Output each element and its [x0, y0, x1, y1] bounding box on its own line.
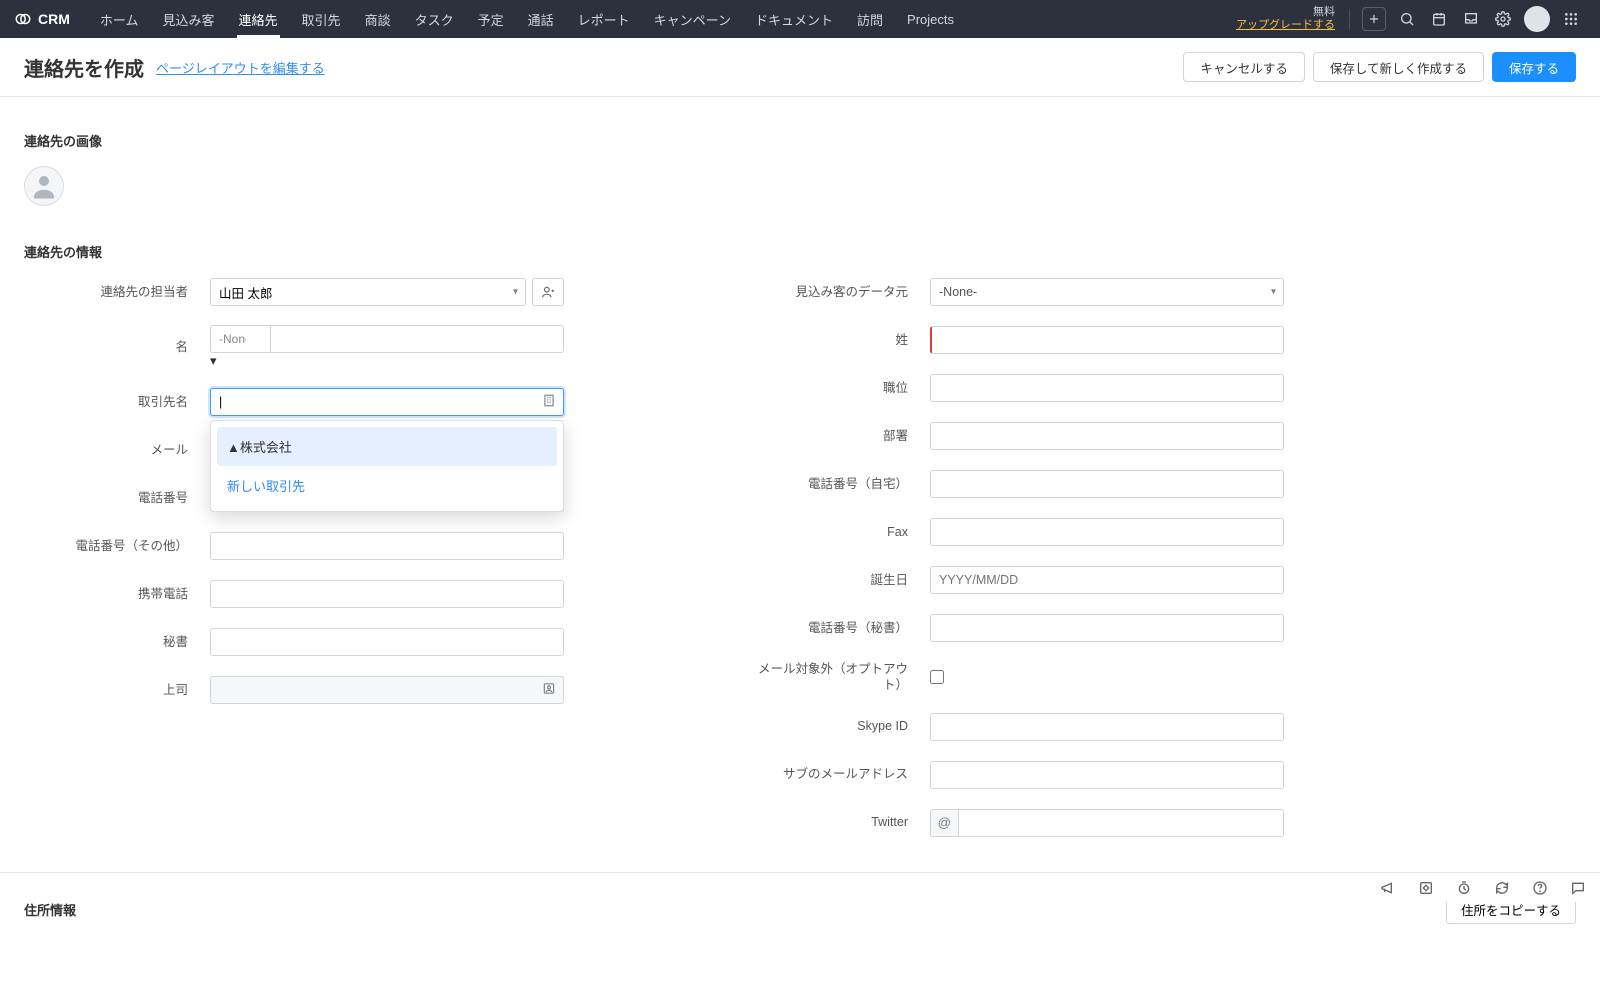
announcement-icon[interactable]: [1378, 878, 1398, 898]
account-input[interactable]: [210, 388, 564, 416]
left-column: 連絡先の担当者 ▾ 名: [24, 277, 564, 856]
reports-to-label: 上司: [24, 682, 210, 698]
first-name-label: 名: [24, 339, 210, 355]
section-title-image: 連絡先の画像: [24, 131, 1576, 150]
bottom-ribbon: [0, 872, 1600, 902]
title-input[interactable]: [930, 374, 1284, 402]
refresh-icon[interactable]: [1492, 878, 1512, 898]
mobile-label: 携帯電話: [24, 586, 210, 602]
twitter-at-prefix: @: [930, 809, 958, 837]
section-title-info: 連絡先の情報: [24, 242, 1576, 261]
calendar-icon[interactable]: [1424, 4, 1454, 34]
owner-input[interactable]: [210, 278, 526, 306]
nav-tab[interactable]: ホーム: [88, 0, 151, 38]
account-dropdown: ▲株式会社 新しい取引先: [210, 420, 564, 512]
owner-label: 連絡先の担当者: [24, 284, 210, 300]
edit-page-layout-link[interactable]: ページレイアウトを編集する: [156, 58, 325, 77]
form-body: 連絡先の画像 連絡先の情報 連絡先の担当者 ▾: [0, 97, 1600, 1004]
right-column: 見込み客のデータ元 -None- ▾ 姓 職位: [744, 277, 1284, 856]
title-label: 職位: [744, 380, 930, 396]
nav-tabs: ホーム見込み客連絡先取引先商談タスク予定通話レポートキャンペーンドキュメント訪問…: [88, 0, 966, 38]
nav-tab[interactable]: 訪問: [845, 0, 895, 38]
nav-tab[interactable]: タスク: [403, 0, 466, 38]
last-name-input[interactable]: [930, 326, 1284, 354]
upgrade-block: 無料 アップグレードする: [1236, 6, 1335, 32]
section-title-address: 住所情報: [24, 900, 76, 919]
twitter-input[interactable]: [958, 809, 1284, 837]
settings-icon[interactable]: [1488, 4, 1518, 34]
apps-grid-icon[interactable]: [1556, 4, 1586, 34]
brand-name: CRM: [38, 11, 70, 27]
twitter-label: Twitter: [744, 814, 930, 830]
assistant-label: 秘書: [24, 634, 210, 650]
other-phone-label: 電話番号（その他）: [24, 538, 210, 554]
owner-lookup-button[interactable]: [532, 278, 564, 306]
department-input[interactable]: [930, 422, 1284, 450]
brand-logo-icon: [14, 10, 32, 28]
skype-input[interactable]: [930, 713, 1284, 741]
asst-phone-label: 電話番号（秘書）: [744, 620, 930, 636]
dob-input[interactable]: [930, 566, 1284, 594]
dob-label: 誕生日: [744, 572, 930, 588]
page-title: 連絡先を作成: [24, 53, 144, 82]
skype-label: Skype ID: [744, 718, 930, 734]
nav-tab[interactable]: ドキュメント: [743, 0, 845, 38]
lead-source-select[interactable]: -None-: [930, 278, 1284, 306]
new-account-link[interactable]: 新しい取引先: [217, 466, 557, 505]
other-phone-input[interactable]: [210, 532, 564, 560]
home-phone-input[interactable]: [930, 470, 1284, 498]
save-and-new-button[interactable]: 保存して新しく作成する: [1313, 52, 1484, 82]
page-header: 連絡先を作成 ページレイアウトを編集する キャンセルする 保存して新しく作成する…: [0, 38, 1600, 97]
upgrade-link[interactable]: アップグレードする: [1236, 19, 1335, 32]
nav-tab[interactable]: キャンペーン: [642, 0, 743, 38]
user-lookup-icon: [541, 285, 555, 299]
home-phone-label: 電話番号（自宅）: [744, 476, 930, 492]
nav-divider: [1349, 9, 1350, 29]
contact-image-placeholder[interactable]: [24, 166, 64, 206]
save-button[interactable]: 保存する: [1492, 52, 1576, 82]
nav-tab[interactable]: 取引先: [290, 0, 353, 38]
chevron-down-icon: ▾: [210, 353, 217, 368]
help-icon[interactable]: [1530, 878, 1550, 898]
phone-label: 電話番号: [24, 490, 210, 506]
brand[interactable]: CRM: [14, 10, 70, 28]
user-avatar[interactable]: [1524, 6, 1550, 32]
department-label: 部署: [744, 428, 930, 444]
nav-tab[interactable]: 予定: [466, 0, 516, 38]
nav-tab[interactable]: レポート: [566, 0, 642, 38]
reports-to-input[interactable]: [210, 676, 564, 704]
inbox-icon[interactable]: [1456, 4, 1486, 34]
salutation-select[interactable]: -None-: [210, 325, 271, 353]
fax-label: Fax: [744, 524, 930, 540]
secondary-email-label: サブのメールアドレス: [744, 766, 930, 782]
nav-right: 無料 アップグレードする: [1236, 4, 1586, 34]
secondary-email-input[interactable]: [930, 761, 1284, 789]
nav-tab[interactable]: 連絡先: [227, 0, 290, 38]
cancel-button[interactable]: キャンセルする: [1183, 52, 1305, 82]
person-icon: [29, 171, 59, 201]
last-name-label: 姓: [744, 332, 930, 348]
first-name-input[interactable]: [270, 325, 564, 353]
nav-tab[interactable]: 通話: [516, 0, 566, 38]
opt-out-checkbox[interactable]: [930, 670, 944, 684]
timer-icon[interactable]: [1454, 878, 1474, 898]
search-icon[interactable]: [1392, 4, 1422, 34]
account-label: 取引先名: [24, 394, 210, 410]
nav-tab[interactable]: 見込み客: [151, 0, 227, 38]
email-label: メール: [24, 442, 210, 458]
asst-phone-input[interactable]: [930, 614, 1284, 642]
lead-source-label: 見込み客のデータ元: [744, 284, 930, 300]
opt-out-label: メール対象外（オプトアウト）: [744, 661, 930, 694]
nav-tab[interactable]: 商談: [353, 0, 403, 38]
chat-icon[interactable]: [1568, 878, 1588, 898]
fax-input[interactable]: [930, 518, 1284, 546]
mobile-input[interactable]: [210, 580, 564, 608]
assistant-input[interactable]: [210, 628, 564, 656]
activity-icon[interactable]: [1416, 878, 1436, 898]
account-option[interactable]: ▲株式会社: [217, 427, 557, 466]
top-nav: CRM ホーム見込み客連絡先取引先商談タスク予定通話レポートキャンペーンドキュメ…: [0, 0, 1600, 38]
add-icon[interactable]: [1362, 7, 1386, 31]
upgrade-free-label: 無料: [1236, 6, 1335, 19]
nav-tab[interactable]: Projects: [895, 0, 966, 38]
